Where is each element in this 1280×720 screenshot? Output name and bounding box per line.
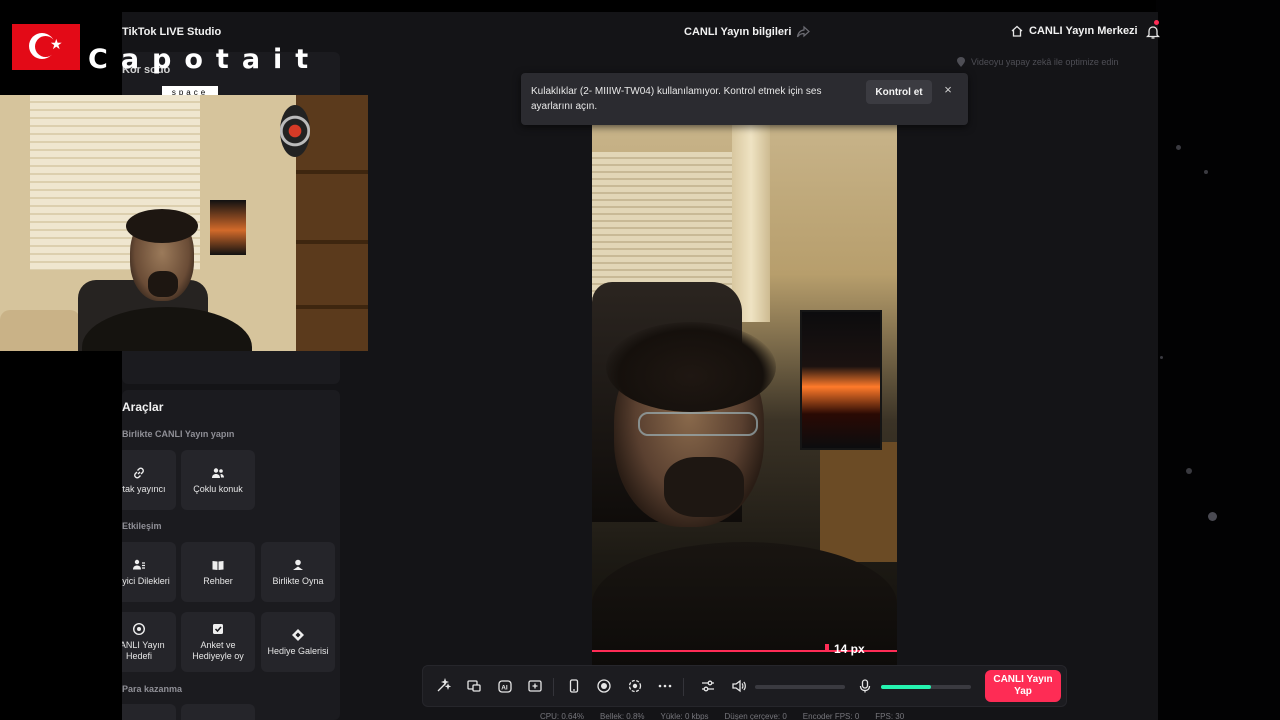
tool-monetize-2[interactable]	[181, 704, 255, 720]
mic-level-meter[interactable]	[881, 685, 971, 689]
tool-play-together[interactable]: Birlikte Oyna	[261, 542, 335, 602]
beard	[664, 457, 744, 517]
optimize-hint[interactable]: Videoyu yapay zekâ ile optimize edin	[956, 56, 1118, 68]
toast-message: Kulaklıklar (2- MIIIW-TW04) kullanılamıy…	[531, 86, 822, 112]
tools-panel: Araçlar Birlikte CANLI Yayın yapın Ortak…	[102, 390, 340, 720]
live-center-label: CANLI Yayın Merkezi	[1029, 25, 1138, 37]
ai-icon[interactable]: AI	[497, 678, 513, 694]
tool-label: Rehber	[203, 575, 233, 586]
preview-overlay-text: 14 px	[834, 642, 865, 656]
webcam-inset	[0, 95, 368, 351]
home-icon	[1011, 25, 1023, 37]
close-icon[interactable]: ×	[941, 83, 955, 97]
more-icon[interactable]	[657, 678, 673, 694]
streamer-hair	[606, 322, 776, 412]
stream-preview[interactable]	[592, 122, 897, 666]
tool-label: Çoklu konuk	[193, 483, 243, 494]
tool-label: Anket ve Hediyeyle oy	[192, 640, 244, 661]
group-heading-monetize: Para kazanma	[122, 684, 183, 694]
users-icon	[212, 467, 224, 478]
notification-dot	[1154, 20, 1159, 25]
tools-heading: Araçlar	[122, 400, 164, 414]
tool-gift-gallery[interactable]: Hediye Galerisi	[261, 612, 335, 672]
location-pin-icon	[957, 57, 965, 67]
tool-poll[interactable]: Anket ve Hediyeyle oy	[181, 612, 255, 672]
channel-brand: Capotait	[88, 44, 322, 75]
dartboard	[280, 105, 310, 157]
adjust-icon[interactable]	[700, 678, 716, 694]
stream-controls: AI CANLI Yayın Yap	[422, 665, 1067, 707]
group-heading-multiguest: Birlikte CANLI Yayın yapın	[122, 429, 235, 439]
fireplace-screen	[800, 310, 882, 450]
stat-fps: FPS: 30	[875, 712, 905, 720]
share-icon[interactable]	[796, 25, 810, 39]
streamer	[82, 209, 252, 351]
stat-cpu: CPU: 0.64%	[540, 712, 585, 720]
live-center-button[interactable]: CANLI Yayın Merkezi	[1010, 24, 1138, 38]
speaker-icon[interactable]	[731, 678, 747, 694]
shelf	[296, 305, 368, 309]
divider	[683, 678, 684, 696]
magic-wand-icon[interactable]	[435, 677, 452, 694]
screen-share-icon[interactable]	[466, 678, 482, 694]
app-title: TikTok LIVE Studio	[122, 26, 222, 38]
shelf	[296, 170, 368, 174]
mic-level	[881, 685, 931, 689]
tool-label: Birlikte Oyna	[272, 575, 324, 586]
glasses	[638, 412, 758, 436]
headphones-warning-toast: Kulaklıklar (2- MIIIW-TW04) kullanılamıy…	[521, 73, 968, 125]
timeline-marker	[825, 644, 829, 652]
turkish-flag-icon: ★	[12, 24, 80, 70]
curtain	[732, 122, 770, 322]
stat-upload: Yükle: 0 kbps	[660, 712, 709, 720]
group-heading-interaction: Etkileşim	[122, 521, 162, 531]
microphone-icon[interactable]	[857, 678, 873, 694]
window-blinds	[592, 152, 732, 302]
svg-text:AI: AI	[501, 685, 508, 692]
stat-memory: Bellek: 0.8%	[600, 712, 645, 720]
tool-guide[interactable]: Rehber	[181, 542, 255, 602]
gift-icon	[292, 628, 304, 641]
shelf	[296, 240, 368, 244]
space-backdrop	[1156, 0, 1280, 720]
camera-effect-icon[interactable]	[627, 678, 643, 694]
user-list-icon	[133, 559, 145, 569]
book-icon	[212, 560, 224, 570]
check-button[interactable]: Kontrol et	[866, 80, 932, 104]
gamepad-icon	[293, 559, 303, 570]
stat-dropped: Düşen çerçeve: 0	[724, 712, 787, 720]
bell-icon[interactable]	[1145, 24, 1161, 40]
phone-icon[interactable]	[566, 678, 582, 694]
poll-icon	[213, 624, 223, 634]
target-icon	[132, 622, 146, 636]
cabinet	[820, 442, 897, 562]
optimize-hint-text: Videoyu yapay zekâ ile optimize edin	[971, 57, 1119, 67]
go-live-button[interactable]: CANLI Yayın Yap	[985, 670, 1061, 702]
add-source-icon[interactable]	[527, 678, 543, 694]
live-info-title[interactable]: CANLI Yayın bilgileri	[684, 26, 791, 38]
tool-multi-guest[interactable]: Çoklu konuk	[181, 450, 255, 510]
sofa	[0, 310, 80, 351]
stream-stats: CPU: 0.64% Bellek: 0.8% Yükle: 0 kbps Dü…	[540, 712, 904, 720]
volume-slider[interactable]	[755, 685, 845, 689]
tool-label: Hediye Galerisi	[267, 645, 329, 656]
divider	[553, 678, 554, 696]
stat-encoder-fps: Encoder FPS: 0	[802, 712, 860, 720]
record-icon[interactable]	[596, 678, 612, 694]
link-icon	[134, 467, 144, 478]
